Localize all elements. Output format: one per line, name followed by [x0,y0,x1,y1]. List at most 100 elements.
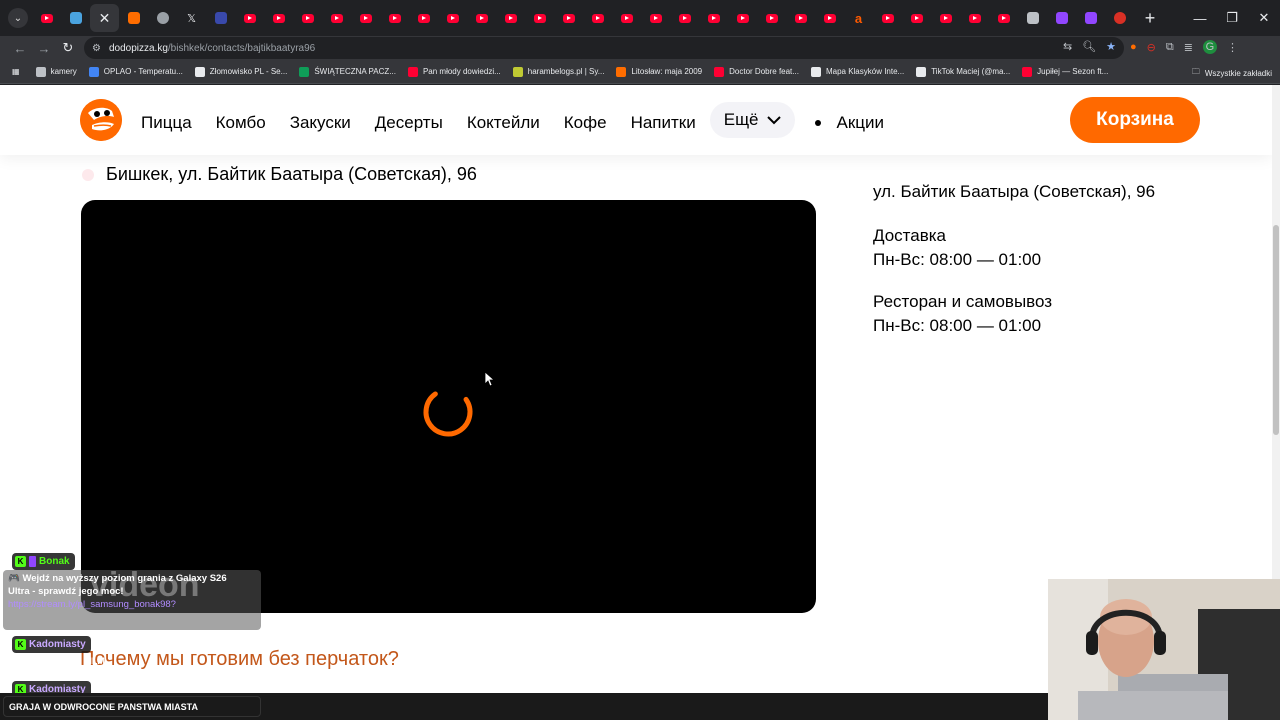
youtube-icon [388,13,401,23]
browser-tab[interactable] [32,4,61,32]
youtube-icon [446,13,459,23]
browser-tab[interactable] [206,4,235,32]
menu-item-combo[interactable]: Комбо [216,110,266,136]
site-info-icon[interactable]: ⚙ [92,43,101,54]
browser-tab[interactable]: ✕ [90,4,119,32]
bookmark-item[interactable]: kamery [35,66,77,77]
browser-tab[interactable] [989,4,1018,32]
puzzle-icon[interactable]: ⧉ [1166,41,1174,54]
browser-tab[interactable] [786,4,815,32]
google-icon [810,66,821,77]
back-button[interactable]: ← [8,41,32,56]
browser-tab[interactable] [728,4,757,32]
bookmark-item[interactable]: Litosław: maja 2009 [616,66,702,77]
browser-tab[interactable]: a [844,4,873,32]
browser-tab[interactable] [1047,4,1076,32]
tab-search-button[interactable]: ⌄ [8,8,28,28]
minimize-button[interactable]: — [1184,0,1216,36]
bookmark-list: kamery OPLAO - Temperatu... Złomowisko PL … [35,66,1121,77]
reload-button[interactable]: ↻ [56,40,80,56]
browser-tab[interactable] [351,4,380,32]
browser-tab[interactable] [438,4,467,32]
dodo-logo[interactable] [80,99,122,141]
extension-icon[interactable]: ⊖ [1147,41,1156,54]
browser-tab[interactable] [815,4,844,32]
pizzeria-address-text: Бишкек, ул. Байтик Баатыра (Советская), … [106,164,477,184]
chat-message-link[interactable]: https://stream.ly/pl_samsung_bonak98? [8,599,176,610]
cart-button[interactable]: Корзина [1070,97,1200,143]
map-container[interactable] [81,200,816,613]
browser-tab[interactable] [525,4,554,32]
more-menu-icon[interactable]: ⋮ [1227,41,1238,54]
more-menu-button[interactable]: Ещё [709,102,795,138]
browser-tab[interactable] [1076,4,1105,32]
folder-icon [35,66,46,77]
bookmark-item[interactable]: TikTok Maciej (@ma... [916,66,1010,77]
browser-tab[interactable] [641,4,670,32]
browser-tab[interactable] [873,4,902,32]
browser-tab[interactable] [119,4,148,32]
delivery-hours: Пн-Вс: 08:00 — 01:00 [873,250,1042,269]
bookmark-item[interactable]: Złomowisko PL - Se... [194,66,287,77]
browser-tab[interactable] [293,4,322,32]
menu-item-coffee[interactable]: Кофе [564,110,607,136]
browser-tab[interactable] [670,4,699,32]
restore-button[interactable]: ❐ [1216,0,1248,36]
browser-tab[interactable] [757,4,786,32]
browser-tab[interactable] [1105,4,1134,32]
browser-tab[interactable] [612,4,641,32]
browser-tab[interactable] [235,4,264,32]
browser-tab[interactable] [148,4,177,32]
browser-tab[interactable] [1018,4,1047,32]
bookmark-item[interactable]: Jupiłej — Sezon ft... [1022,66,1108,77]
forward-button[interactable]: → [32,41,56,56]
browser-tab[interactable] [380,4,409,32]
menu-item-promotions[interactable]: Акции [837,110,885,136]
bookmark-star-icon[interactable]: ★ [1106,40,1116,53]
close-window-button[interactable]: ✕ [1248,0,1280,36]
address-bar[interactable]: ⚙ dodopizza.kg/bishkek/contacts/bajtikba… [84,37,1124,59]
all-bookmarks-folder[interactable]: 🗀 Wszystkie zakładki [1192,66,1272,80]
chevron-down-icon [766,112,781,128]
browser-tab[interactable]: 𝕏 [177,4,206,32]
street-address: ул. Байтик Баатыра (Советская), 96 [873,182,1156,201]
browser-tab[interactable] [902,4,931,32]
menu-item-cocktails[interactable]: Коктейли [467,110,540,136]
bookmark-item[interactable]: ŚWIĄTECZNA PACZ... [299,66,396,77]
bookmark-item[interactable]: harambelogs.pl | Sy... [512,66,604,77]
bookmark-item[interactable]: Pan młody dowiedzi... [407,66,501,77]
delivery-label: Доставка [873,226,947,245]
browser-tab[interactable] [699,4,728,32]
youtube-icon [968,13,981,23]
sheets-icon [299,66,310,77]
extension-icon[interactable]: ● [1130,41,1137,53]
browser-tab[interactable] [322,4,351,32]
browser-tab[interactable] [931,4,960,32]
loading-spinner-icon [423,391,473,437]
bookmark-item[interactable]: Mapa Klasyków Inte... [810,66,904,77]
browser-tab[interactable] [496,4,525,32]
menu-item-desserts[interactable]: Десерты [375,110,443,136]
scrollbar-thumb[interactable] [1273,225,1279,435]
menu-item-pizza[interactable]: Пицца [141,110,192,136]
apps-grid-icon[interactable]: ▦ [12,67,20,76]
bookmark-item[interactable]: Doctor Dobre feat... [714,66,799,77]
browser-tab[interactable] [409,4,438,32]
extensions-area: ● ⊖ ⧉ ≣ G ⋮ [1130,40,1238,54]
browser-tab[interactable] [264,4,293,32]
zoom-icon[interactable]: 🔍︎ [1082,40,1096,53]
bookmark-item[interactable]: OPLAO - Temperatu... [88,66,183,77]
browser-tab[interactable] [960,4,989,32]
browser-tab[interactable] [467,4,496,32]
browser-tab[interactable] [61,4,90,32]
close-icon[interactable]: ✕ [99,11,111,25]
youtube-icon [562,13,575,23]
media-icon[interactable]: ≣ [1184,41,1193,54]
menu-item-snacks[interactable]: Закуски [290,110,351,136]
translate-icon[interactable]: ⇆ [1063,40,1072,53]
browser-tab[interactable] [554,4,583,32]
new-tab-button[interactable]: + [1138,8,1162,29]
menu-item-drinks[interactable]: Напитки [631,110,696,136]
browser-tab[interactable] [583,4,612,32]
profile-avatar[interactable]: G [1202,40,1217,54]
